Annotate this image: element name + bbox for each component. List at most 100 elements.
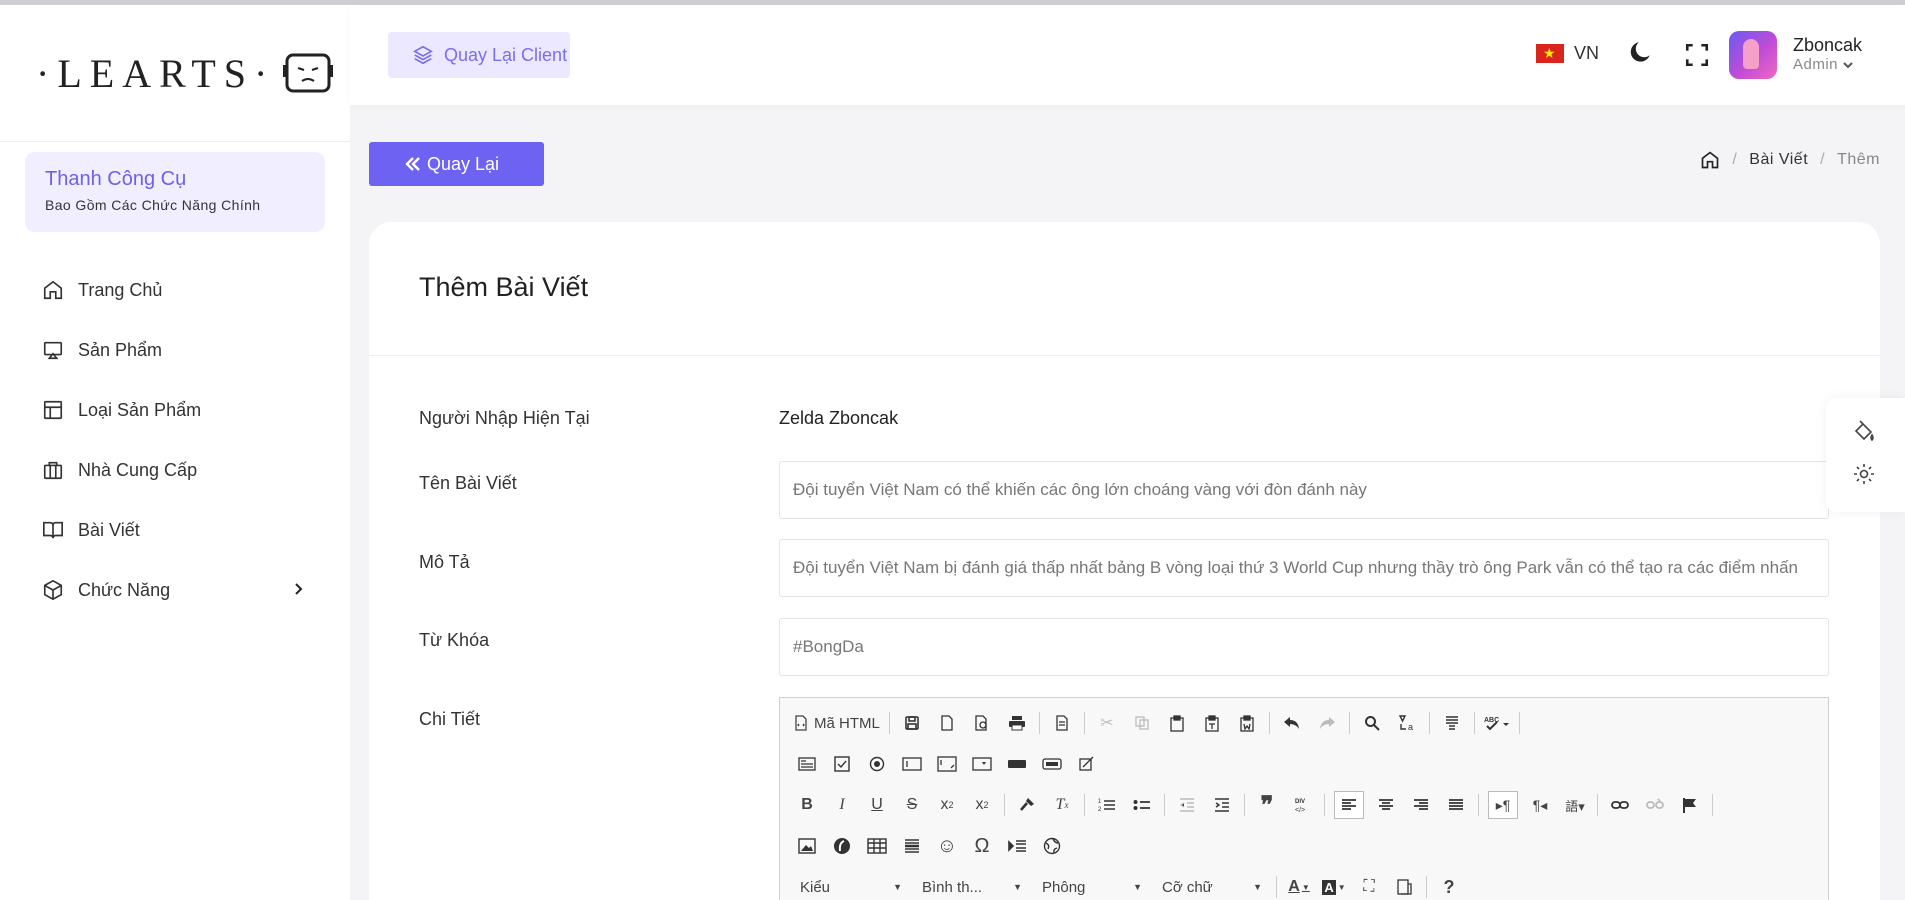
redo-icon[interactable] <box>1314 710 1340 736</box>
paint-bucket-icon[interactable] <box>1852 420 1876 444</box>
bulleted-list-icon[interactable] <box>1129 792 1155 818</box>
image-icon[interactable] <box>794 833 820 859</box>
back-to-client-button[interactable]: Quay Lại Client <box>388 32 570 78</box>
title-input[interactable]: Đội tuyển Việt Nam có thể khiến các ông … <box>779 461 1829 519</box>
user-name[interactable]: Zboncak <box>1793 35 1862 56</box>
top-header: Quay Lại Client ★ VN Zboncak Admin <box>350 5 1905 105</box>
sidebar-item-posts[interactable]: Bài Viết <box>0 500 350 560</box>
sidebar-item-suppliers[interactable]: Nhà Cung Cấp <box>0 440 350 500</box>
remove-format-icon[interactable]: Tx <box>1049 792 1075 818</box>
help-icon[interactable]: ? <box>1436 874 1462 900</box>
find-icon[interactable] <box>1359 710 1385 736</box>
radio-icon[interactable] <box>864 751 890 777</box>
sidebar-item-categories[interactable]: Loại Sản Phẩm <box>0 380 350 440</box>
gear-icon[interactable] <box>1852 462 1876 486</box>
superscript-icon[interactable]: x2 <box>969 792 995 818</box>
breadcrumb-separator: / <box>1732 151 1738 168</box>
strikethrough-icon[interactable]: S <box>899 792 925 818</box>
fullscreen-icon[interactable] <box>1684 42 1710 68</box>
background-color-icon[interactable]: A ▼ <box>1321 874 1347 900</box>
form-icon[interactable] <box>794 751 820 777</box>
outdent-icon[interactable] <box>1174 792 1200 818</box>
sidebar-item-functions[interactable]: Chức Năng <box>0 560 350 620</box>
breadcrumb-posts[interactable]: Bài Viết <box>1749 151 1808 169</box>
anchor-flag-icon[interactable] <box>1677 792 1703 818</box>
text-color-icon[interactable]: A ▼ <box>1286 874 1312 900</box>
keyword-input[interactable]: #BongDa <box>779 618 1829 676</box>
source-html-button[interactable]: Mã HTML <box>794 710 880 736</box>
align-right-icon[interactable] <box>1408 792 1434 818</box>
new-page-icon[interactable] <box>934 710 960 736</box>
home-icon[interactable] <box>1700 150 1720 170</box>
style-combo[interactable]: Kiểu ▼ <box>794 875 906 899</box>
paste-text-icon[interactable] <box>1199 710 1225 736</box>
toolbox-panel: Thanh Công Cụ Bao Gồm Các Chức Năng Chín… <box>25 152 325 232</box>
paste-icon[interactable] <box>1164 710 1190 736</box>
textarea-icon[interactable] <box>934 751 960 777</box>
create-div-icon[interactable]: DIV </> <box>1289 792 1315 818</box>
font-size-combo[interactable]: Cỡ chữ ▼ <box>1156 875 1266 899</box>
sidebar-item-home[interactable]: Trang Chủ <box>0 260 350 320</box>
undo-icon[interactable] <box>1279 710 1305 736</box>
bold-icon[interactable]: B <box>794 792 820 818</box>
language-switcher[interactable]: ★ VN <box>1536 43 1599 64</box>
back-button[interactable]: Quay Lại <box>369 142 544 186</box>
language-code: VN <box>1574 43 1600 63</box>
align-justify-icon[interactable] <box>1443 792 1469 818</box>
align-left-icon[interactable] <box>1334 791 1364 819</box>
indent-icon[interactable] <box>1209 792 1235 818</box>
toolbar-separator <box>1426 876 1427 898</box>
table-icon[interactable] <box>864 833 890 859</box>
special-char-omega-icon[interactable]: Ω <box>969 833 995 859</box>
cut-icon[interactable]: ✂ <box>1094 710 1120 736</box>
align-center-icon[interactable] <box>1373 792 1399 818</box>
maximize-icon[interactable]: ⛶ <box>1356 874 1382 900</box>
text-field-icon[interactable] <box>899 751 925 777</box>
user-role-dropdown[interactable]: Admin <box>1793 56 1854 73</box>
editor-toolbar-row-2 <box>794 750 1109 778</box>
dark-mode-moon-icon[interactable] <box>1628 39 1654 65</box>
breadcrumb: / Bài Viết / Thêm <box>1700 150 1880 170</box>
blockquote-icon[interactable]: ❞ <box>1254 792 1280 819</box>
dropdown-arrow-icon: ▼ <box>1253 882 1262 892</box>
rich-text-editor[interactable]: Mã HTML ✂ a ABC B I U S x 2 x 2 T x 1 2 … <box>779 697 1829 900</box>
underline-icon[interactable]: U <box>864 792 890 818</box>
language-icon[interactable]: 語▾ <box>1562 792 1588 818</box>
save-icon[interactable] <box>899 710 925 736</box>
select-all-icon[interactable] <box>1439 710 1465 736</box>
templates-icon[interactable] <box>1049 710 1075 736</box>
copy-icon[interactable] <box>1129 710 1155 736</box>
replace-icon[interactable]: a <box>1394 710 1420 736</box>
toolbar-separator <box>1712 794 1713 816</box>
link-icon[interactable] <box>1607 792 1633 818</box>
checkbox-icon[interactable] <box>829 751 855 777</box>
image-button-icon[interactable] <box>1039 751 1065 777</box>
show-blocks-icon[interactable] <box>1391 874 1417 900</box>
italic-icon[interactable]: I <box>829 792 855 818</box>
font-combo[interactable]: Phông ▼ <box>1036 875 1146 899</box>
spellcheck-icon[interactable]: ABC <box>1484 710 1510 736</box>
iframe-globe-icon[interactable] <box>1039 833 1065 859</box>
smiley-icon[interactable]: ☺ <box>934 833 960 859</box>
select-field-icon[interactable] <box>969 751 995 777</box>
paste-word-icon[interactable] <box>1234 710 1260 736</box>
page-break-icon[interactable] <box>1004 833 1030 859</box>
logo[interactable]: ·LEARTS· <box>0 5 350 142</box>
copy-format-brush-icon[interactable] <box>1014 792 1040 818</box>
button-field-icon[interactable] <box>1004 751 1030 777</box>
subscript-icon[interactable]: x2 <box>934 792 960 818</box>
preview-icon[interactable] <box>969 710 995 736</box>
description-input[interactable]: Đội tuyển Việt Nam bị đánh giá thấp nhất… <box>779 539 1829 597</box>
numbered-list-icon[interactable]: 12 <box>1094 792 1120 818</box>
breadcrumb-separator: / <box>1820 151 1826 168</box>
sidebar-item-products[interactable]: Sản Phẩm <box>0 320 350 380</box>
hidden-field-icon[interactable] <box>1074 751 1100 777</box>
flash-icon[interactable] <box>829 833 855 859</box>
text-direction-ltr-icon[interactable]: ▸¶ <box>1488 791 1518 819</box>
print-icon[interactable] <box>1004 710 1030 736</box>
format-combo[interactable]: Bình th... ▼ <box>916 875 1026 899</box>
horizontal-line-icon[interactable] <box>899 833 925 859</box>
avatar[interactable] <box>1729 31 1777 79</box>
unlink-icon[interactable] <box>1642 792 1668 818</box>
text-direction-rtl-icon[interactable]: ¶◂ <box>1527 792 1553 818</box>
